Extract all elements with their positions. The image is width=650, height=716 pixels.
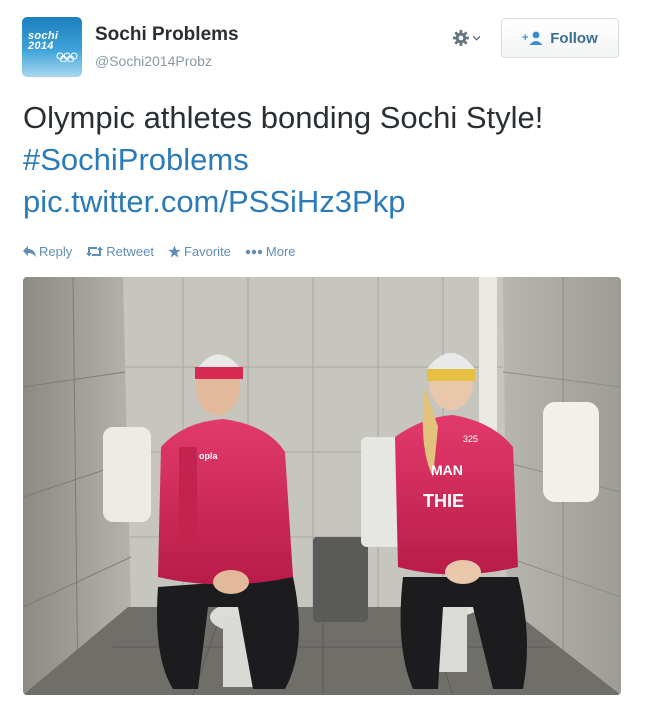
- favorite-label: Favorite: [183, 244, 231, 259]
- retweet-icon: [86, 246, 104, 257]
- media-link[interactable]: pic.twitter.com/PSSiHz3Pkp: [23, 184, 405, 219]
- retweet-action[interactable]: Retweet: [86, 244, 154, 259]
- avatar[interactable]: sochi 2014: [22, 17, 82, 77]
- tweet-text: Olympic athletes bonding Sochi Style! #S…: [23, 97, 623, 223]
- olympic-rings-icon: [56, 52, 78, 62]
- jacket-text-right-2: THIE: [423, 491, 464, 511]
- follow-label: Follow: [550, 29, 598, 47]
- bib-number: 325: [463, 434, 478, 444]
- reply-icon: [23, 246, 36, 257]
- chevron-down-icon: [472, 35, 480, 41]
- more-action[interactable]: More: [245, 244, 296, 259]
- star-icon: [168, 245, 181, 258]
- tweet-actions: Reply Retweet Favorite More: [23, 244, 296, 259]
- reply-label: Reply: [39, 244, 73, 259]
- add-user-icon: +: [522, 31, 543, 45]
- bathroom-photo: opla 325 MAN THIE: [23, 277, 621, 695]
- account-handle[interactable]: @Sochi2014Probz: [95, 53, 212, 69]
- svg-text:+: +: [522, 32, 528, 44]
- follow-button[interactable]: + Follow: [501, 18, 619, 58]
- jacket-text-left: opla: [199, 451, 218, 461]
- more-dots-icon: [245, 249, 263, 254]
- account-name[interactable]: Sochi Problems: [95, 24, 239, 46]
- tweet-body: Olympic athletes bonding Sochi Style!: [23, 100, 544, 135]
- favorite-action[interactable]: Favorite: [168, 244, 231, 259]
- avatar-text: sochi 2014: [28, 30, 59, 52]
- hashtag-link[interactable]: #SochiProblems: [23, 142, 249, 177]
- retweet-label: Retweet: [106, 244, 154, 259]
- reply-action[interactable]: Reply: [23, 244, 72, 259]
- gear-icon: [452, 29, 469, 47]
- more-label: More: [265, 244, 296, 259]
- user-actions-menu[interactable]: [452, 26, 480, 50]
- jacket-text-right: MAN: [431, 462, 463, 478]
- tweet-photo[interactable]: opla 325 MAN THIE: [23, 277, 621, 695]
